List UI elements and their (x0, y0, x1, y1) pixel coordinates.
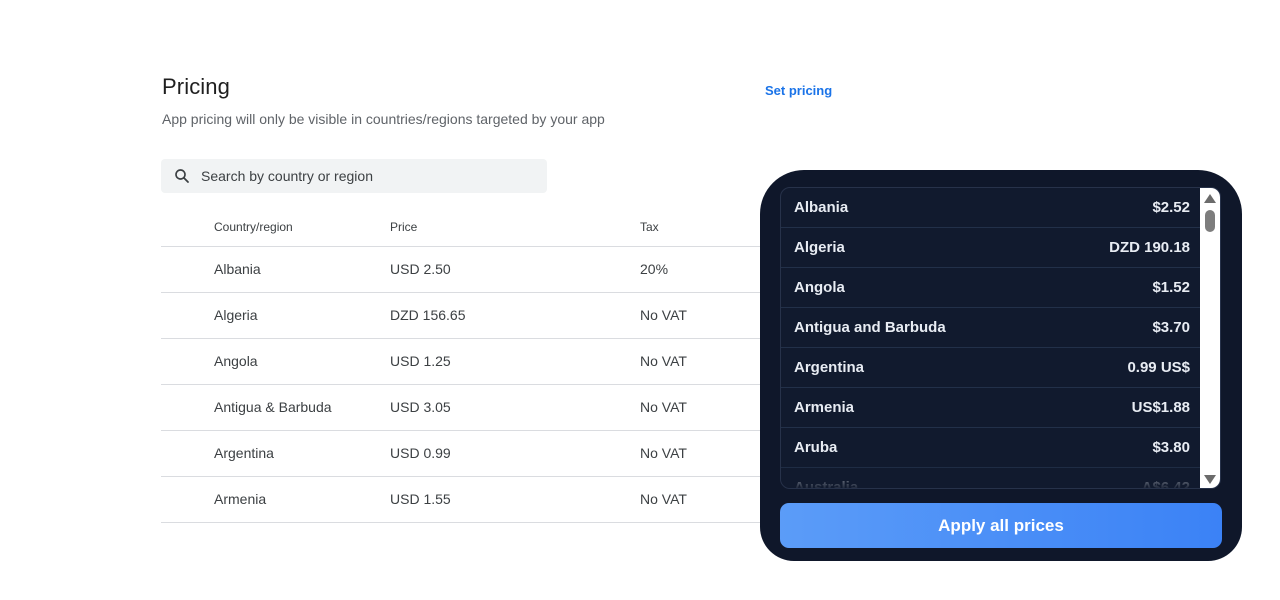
table-row[interactable]: Algeria DZD 156.65 No VAT (161, 292, 821, 339)
list-item-country: Antigua and Barbuda (794, 319, 946, 336)
list-item: Australia A$6.42 (781, 468, 1201, 489)
list-item: Albania $2.52 (781, 188, 1201, 228)
list-item-price: $1.52 (1152, 279, 1190, 296)
list-item: Antigua and Barbuda $3.70 (781, 308, 1201, 348)
cell-country: Argentina (214, 430, 390, 477)
table-header-row: Country/region Price Tax (161, 208, 821, 247)
cell-price: USD 2.50 (390, 246, 640, 293)
table-row[interactable]: Armenia USD 1.55 No VAT (161, 476, 821, 523)
column-header-country[interactable]: Country/region (214, 208, 390, 247)
cell-country: Algeria (214, 292, 390, 339)
price-preview-panel: Albania $2.52 Algeria DZD 190.18 Angola … (760, 170, 1242, 561)
list-item: Argentina 0.99 US$ (781, 348, 1201, 388)
list-item-price: $3.70 (1152, 319, 1190, 336)
row-spacer (161, 338, 214, 385)
cell-price: USD 1.55 (390, 476, 640, 523)
row-spacer (161, 384, 214, 431)
table-row[interactable]: Argentina USD 0.99 No VAT (161, 430, 821, 477)
list-item-price: A$6.42 (1141, 479, 1190, 489)
price-preview-list[interactable]: Albania $2.52 Algeria DZD 190.18 Angola … (780, 187, 1221, 489)
cell-country: Antigua & Barbuda (214, 384, 390, 431)
row-spacer (161, 476, 214, 523)
set-pricing-link[interactable]: Set pricing (765, 83, 832, 98)
list-item: Angola $1.52 (781, 268, 1201, 308)
page-subtitle: App pricing will only be visible in coun… (162, 111, 605, 127)
row-spacer (161, 292, 214, 339)
list-item-country: Aruba (794, 439, 838, 456)
column-header-price[interactable]: Price (390, 208, 640, 247)
cell-country: Albania (214, 246, 390, 293)
list-item-country: Armenia (794, 399, 855, 416)
list-item: Algeria DZD 190.18 (781, 228, 1201, 268)
table-row[interactable]: Angola USD 1.25 No VAT (161, 338, 821, 385)
cell-price: USD 0.99 (390, 430, 640, 477)
search-box[interactable] (161, 159, 547, 193)
table-row[interactable]: Antigua & Barbuda USD 3.05 No VAT (161, 384, 821, 431)
list-item: Armenia US$1.88 (781, 388, 1201, 428)
cell-price: DZD 156.65 (390, 292, 640, 339)
list-item-country: Albania (794, 199, 849, 216)
table-row[interactable]: Albania USD 2.50 20% (161, 246, 821, 293)
list-item-price: DZD 190.18 (1109, 239, 1190, 256)
list-item-price: $2.52 (1152, 199, 1190, 216)
page-title: Pricing (162, 74, 230, 99)
list-item-country: Argentina (794, 359, 865, 376)
apply-all-prices-button[interactable]: Apply all prices (780, 503, 1222, 548)
cell-country: Armenia (214, 476, 390, 523)
header-spacer (161, 208, 214, 247)
cell-price: USD 1.25 (390, 338, 640, 385)
scroll-up-arrow-icon[interactable] (1204, 194, 1216, 203)
scrollbar[interactable] (1200, 188, 1220, 488)
scrollbar-thumb[interactable] (1205, 210, 1215, 232)
list-item-country: Algeria (794, 239, 845, 256)
cell-price: USD 3.05 (390, 384, 640, 431)
cell-country: Angola (214, 338, 390, 385)
list-item-price: $3.80 (1152, 439, 1190, 456)
price-preview-rows: Albania $2.52 Algeria DZD 190.18 Angola … (781, 188, 1201, 489)
pricing-table: Country/region Price Tax Albania USD 2.5… (161, 208, 821, 523)
scroll-down-arrow-icon[interactable] (1204, 475, 1216, 484)
row-spacer (161, 246, 214, 293)
list-item-country: Australia (794, 479, 859, 489)
list-item-price: US$1.88 (1131, 399, 1190, 416)
search-input[interactable] (201, 168, 521, 184)
list-item-country: Angola (794, 279, 845, 296)
search-icon (173, 167, 191, 185)
list-item-price: 0.99 US$ (1127, 359, 1190, 376)
row-spacer (161, 430, 214, 477)
list-item: Aruba $3.80 (781, 428, 1201, 468)
